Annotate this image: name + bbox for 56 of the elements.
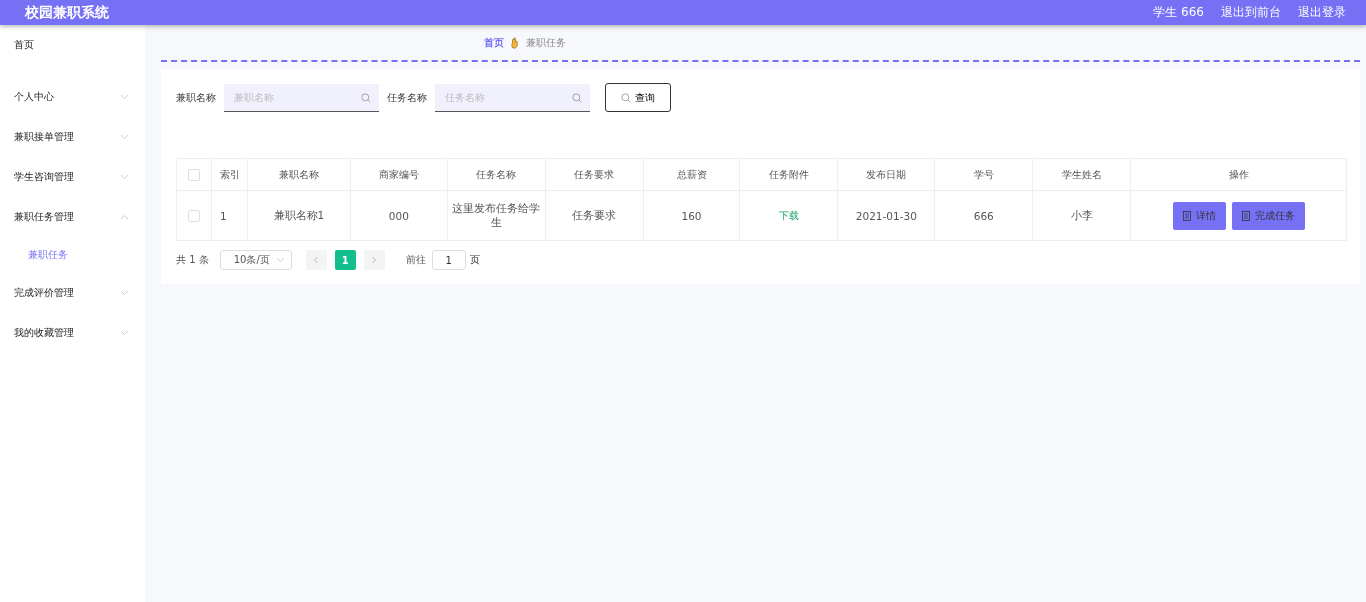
- breadcrumb-current: 兼职任务: [526, 35, 566, 50]
- search-icon: [572, 92, 582, 103]
- next-page-button[interactable]: [363, 250, 385, 270]
- sidebar-item[interactable]: 完成评价管理: [14, 286, 74, 300]
- search-field[interactable]: 任务名称: [435, 83, 590, 112]
- column-header: 兼职名称: [247, 158, 351, 191]
- total-count: 共 1 条: [176, 253, 209, 267]
- column-header: 索引: [211, 158, 248, 191]
- query-button[interactable]: 查询: [605, 83, 671, 112]
- hand-icon: [510, 36, 520, 49]
- table-cell: 2021-01-30: [837, 190, 935, 241]
- goto-label: 前往: [405, 253, 426, 267]
- table-cell: 666: [934, 190, 1033, 241]
- search-icon: [621, 92, 631, 103]
- prev-page-button[interactable]: [305, 250, 327, 270]
- column-header: 商家编号: [350, 158, 448, 191]
- column-header: 任务附件: [739, 158, 838, 191]
- column-header: 学生姓名: [1032, 158, 1131, 191]
- table-cell: 任务要求: [545, 190, 644, 241]
- sidebar-item[interactable]: 学生咨询管理: [14, 170, 74, 184]
- column-header: 操作: [1130, 158, 1347, 191]
- table-cell: 1: [211, 190, 248, 241]
- page-suffix: 页: [469, 253, 480, 267]
- page-input[interactable]: 1: [431, 250, 466, 270]
- header-link[interactable]: 退出到前台: [1221, 4, 1281, 21]
- column-header: 任务名称: [447, 158, 546, 191]
- table-cell: 兼职名称1: [247, 190, 351, 241]
- table-cell: 160: [643, 190, 740, 241]
- table-cell: 000: [350, 190, 448, 241]
- field-label: 兼职名称: [176, 90, 216, 105]
- search-icon: [361, 92, 371, 103]
- sidebar-item[interactable]: 个人中心: [14, 90, 54, 104]
- sidebar-item[interactable]: 首页: [14, 38, 34, 52]
- sidebar-subitem[interactable]: 兼职任务: [0, 237, 145, 273]
- chevron-icon: [275, 257, 285, 263]
- chevron-left-icon: [313, 256, 320, 264]
- document-icon: [1182, 210, 1191, 221]
- sidebar-item[interactable]: 兼职接单管理: [14, 130, 74, 144]
- app-title: 校园兼职系统: [25, 3, 109, 22]
- row-checkbox[interactable]: [188, 210, 200, 222]
- document-icon: [1241, 210, 1250, 221]
- table-cell: 这里发布任务给学生: [447, 190, 546, 241]
- column-header: 发布日期: [837, 158, 935, 191]
- page-size-select[interactable]: 10条/页: [219, 250, 292, 270]
- table-cell: 小李: [1032, 190, 1131, 241]
- sidebar-item[interactable]: 我的收藏管理: [14, 326, 74, 340]
- select-all-checkbox[interactable]: [188, 168, 200, 181]
- sidebar-item[interactable]: 兼职任务管理: [14, 210, 74, 224]
- column-header: 总薪资: [643, 158, 740, 191]
- column-header: 任务要求: [545, 158, 644, 191]
- field-label: 任务名称: [387, 90, 427, 105]
- header-link[interactable]: 退出登录: [1298, 4, 1346, 21]
- header-link[interactable]: 学生 666: [1153, 4, 1204, 21]
- column-header: 学号: [934, 158, 1033, 191]
- breadcrumb-link[interactable]: 首页: [484, 35, 504, 50]
- chevron-right-icon: [371, 256, 378, 264]
